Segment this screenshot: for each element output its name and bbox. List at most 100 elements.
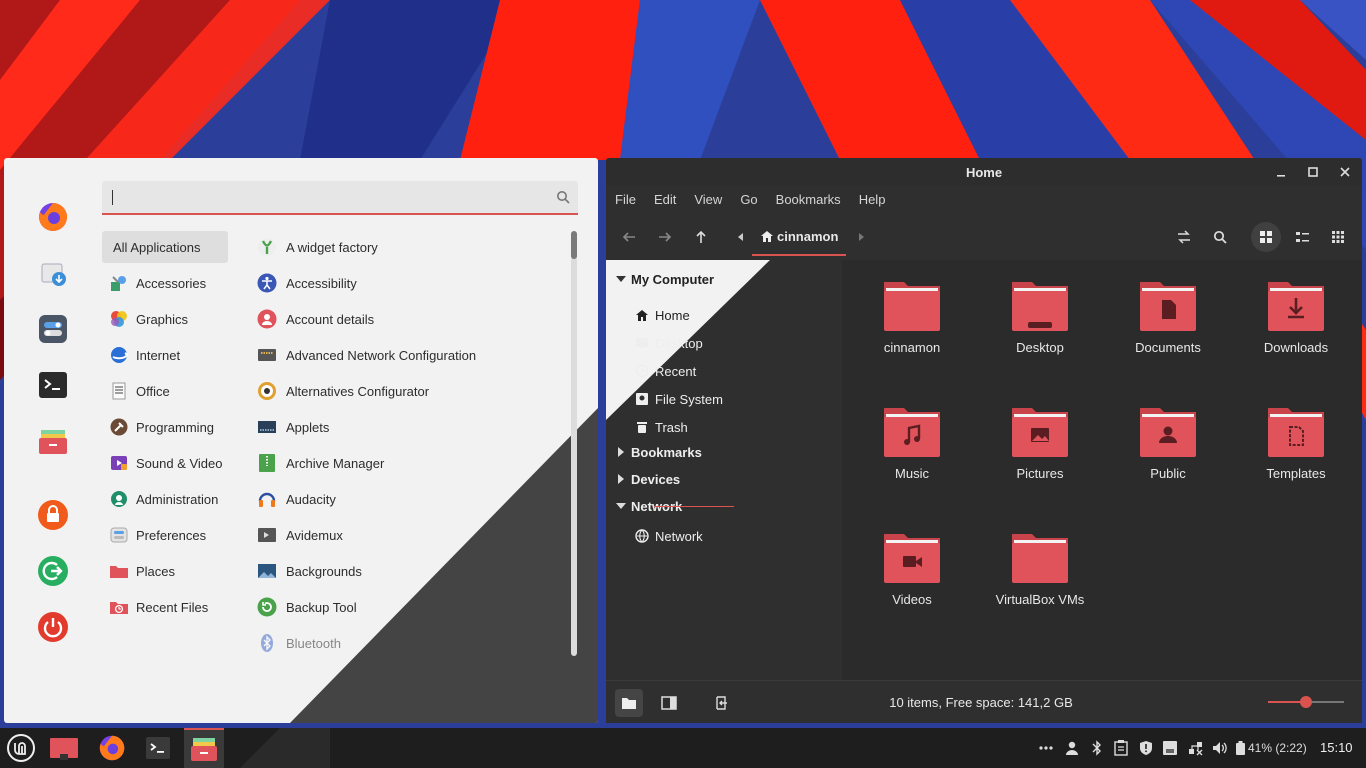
folder-templates[interactable]: Templates xyxy=(1236,386,1356,496)
app-backup-tool[interactable]: Backup Tool xyxy=(252,591,357,623)
folder-virtualbox-vms[interactable]: VirtualBox VMs xyxy=(980,512,1100,622)
sidebar-section-my-computer[interactable]: My Computer xyxy=(614,268,714,290)
breadcrumb-right-icon[interactable] xyxy=(846,222,876,252)
menu-bookmarks[interactable]: Bookmarks xyxy=(767,188,850,212)
compact-view-icon[interactable] xyxy=(1323,222,1353,252)
folder-icon xyxy=(1266,278,1326,332)
clock[interactable]: 15:10 xyxy=(1320,728,1353,768)
software-installer-icon[interactable] xyxy=(32,252,74,294)
sidebar-item-trash[interactable]: Trash xyxy=(634,415,688,439)
category-all-applications[interactable]: All Applications xyxy=(102,231,228,263)
category-preferences[interactable]: Preferences xyxy=(102,519,228,551)
folder-music[interactable]: Music xyxy=(852,386,972,496)
folder-documents[interactable]: Documents xyxy=(1108,260,1228,370)
minimize-icon[interactable] xyxy=(1273,164,1289,180)
category-sound-video[interactable]: Sound & Video xyxy=(102,447,228,479)
app-avidemux[interactable]: Avidemux xyxy=(252,519,343,551)
more-icon[interactable] xyxy=(1036,728,1056,768)
app-advanced-network-configuration[interactable]: Advanced Network Configuration xyxy=(252,339,476,371)
update-shield-icon[interactable] xyxy=(1136,728,1156,768)
clipboard-icon[interactable] xyxy=(1111,728,1131,768)
battery-indicator[interactable]: 41% (2:22) xyxy=(1236,728,1307,768)
firefox-icon[interactable] xyxy=(92,728,132,768)
menu-scrollbar[interactable] xyxy=(571,231,577,656)
icon-view-icon[interactable] xyxy=(1251,222,1281,252)
terminal-icon[interactable] xyxy=(32,364,74,406)
sidebar-item-desktop[interactable]: Desktop xyxy=(634,331,703,355)
sidebar-item-file-system[interactable]: File System xyxy=(634,387,723,411)
mint-menu-icon[interactable] xyxy=(2,728,40,768)
category-accessories[interactable]: Accessories xyxy=(102,267,228,299)
expander-open-icon[interactable] xyxy=(614,502,628,510)
list-view-icon[interactable] xyxy=(1287,222,1317,252)
category-administration[interactable]: Administration xyxy=(102,483,228,515)
folder-desktop[interactable]: Desktop xyxy=(980,260,1100,370)
category-places[interactable]: Places xyxy=(102,555,228,587)
terminal-icon[interactable] xyxy=(138,728,178,768)
network-off-icon[interactable] xyxy=(1185,728,1207,768)
scrollbar-thumb[interactable] xyxy=(571,231,577,259)
menu-help[interactable]: Help xyxy=(850,188,895,212)
category-recent-files[interactable]: Recent Files xyxy=(102,591,228,623)
folder-cinnamon[interactable]: cinnamon xyxy=(852,260,972,370)
hide-sidebar-icon[interactable] xyxy=(707,689,735,717)
bluetooth-icon[interactable] xyxy=(1087,728,1107,768)
category-programming[interactable]: Programming xyxy=(102,411,228,443)
network-config-icon xyxy=(256,344,278,366)
menu-go[interactable]: Go xyxy=(731,188,766,212)
close-icon[interactable] xyxy=(1337,164,1353,180)
up-icon[interactable] xyxy=(686,222,716,252)
expander-closed-icon[interactable] xyxy=(614,474,628,484)
maximize-icon[interactable] xyxy=(1305,164,1321,180)
lock-screen-icon[interactable] xyxy=(32,494,74,536)
category-office[interactable]: Office xyxy=(102,375,228,407)
power-icon[interactable] xyxy=(32,606,74,648)
menu-file[interactable]: File xyxy=(606,188,645,212)
menu-view[interactable]: View xyxy=(685,188,731,212)
zoom-slider[interactable] xyxy=(1268,696,1344,708)
app-archive-manager[interactable]: Archive Manager xyxy=(252,447,384,479)
app-audacity[interactable]: Audacity xyxy=(252,483,336,515)
app-alternatives-configurator[interactable]: Alternatives Configurator xyxy=(252,375,429,407)
app-applets[interactable]: Applets xyxy=(252,411,329,443)
category-graphics[interactable]: Graphics xyxy=(102,303,228,335)
file-manager-icon[interactable] xyxy=(32,420,74,462)
app-bluetooth[interactable]: Bluetooth xyxy=(252,627,341,659)
sidebar-section-bookmarks[interactable]: Bookmarks xyxy=(614,441,702,463)
volume-icon[interactable] xyxy=(1210,728,1230,768)
app-label: Backgrounds xyxy=(286,563,362,579)
show-places-icon[interactable] xyxy=(615,689,643,717)
firefox-icon[interactable] xyxy=(32,196,74,238)
app-account-details[interactable]: Account details xyxy=(252,303,374,335)
folder-videos[interactable]: Videos xyxy=(852,512,972,622)
sidebar-item-home[interactable]: Home xyxy=(634,303,690,327)
user-icon[interactable] xyxy=(1062,728,1082,768)
notes-icon[interactable] xyxy=(1160,728,1180,768)
folder-public[interactable]: Public xyxy=(1108,386,1228,496)
sidebar-item-recent[interactable]: Recent xyxy=(634,359,696,383)
folder-pictures[interactable]: Pictures xyxy=(980,386,1100,496)
logout-icon[interactable] xyxy=(32,550,74,592)
search-icon[interactable] xyxy=(1205,222,1235,252)
category-internet[interactable]: Internet xyxy=(102,339,228,371)
show-desktop-icon[interactable] xyxy=(44,728,84,768)
sidebar-item-network[interactable]: Network xyxy=(634,524,703,548)
zoom-slider-knob[interactable] xyxy=(1300,696,1312,708)
app-accessibility[interactable]: Accessibility xyxy=(252,267,357,299)
file-manager-icon[interactable] xyxy=(184,728,224,768)
app-a-widget-factory[interactable]: A widget factory xyxy=(252,231,378,263)
sidebar-section-devices[interactable]: Devices xyxy=(614,468,680,490)
menu-search-input[interactable] xyxy=(102,181,578,215)
expander-open-icon[interactable] xyxy=(614,275,628,283)
menu-edit[interactable]: Edit xyxy=(645,188,685,212)
back-icon[interactable] xyxy=(614,222,644,252)
expander-closed-icon[interactable] xyxy=(614,447,628,457)
breadcrumb-home[interactable]: cinnamon xyxy=(752,218,847,256)
window-titlebar[interactable]: Home xyxy=(606,158,1362,186)
show-treeview-icon[interactable] xyxy=(655,689,683,717)
forward-icon[interactable] xyxy=(650,222,680,252)
toggle-location-icon[interactable] xyxy=(1169,222,1199,252)
app-backgrounds[interactable]: Backgrounds xyxy=(252,555,362,587)
settings-toggle-icon[interactable] xyxy=(32,308,74,350)
folder-downloads[interactable]: Downloads xyxy=(1236,260,1356,370)
